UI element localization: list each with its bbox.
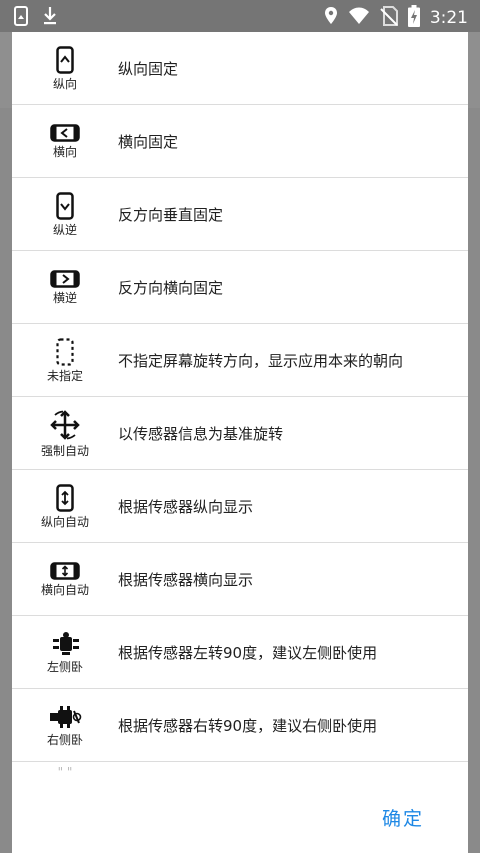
option-landscape-auto[interactable]: 横向自动 根据传感器横向显示 <box>12 543 468 616</box>
option-portrait-auto[interactable]: 纵向自动 根据传感器纵向显示 <box>12 470 468 543</box>
option-label: 纵向 <box>52 76 77 91</box>
wifi-icon <box>348 7 370 29</box>
option-description: 纵向固定 <box>118 59 179 78</box>
unspecified-icon <box>56 337 74 366</box>
confirm-button[interactable]: 确定 <box>378 800 428 835</box>
option-label: 未指定 <box>46 368 83 383</box>
option-description: 根据传感器右转90度，建议右侧卧使用 <box>118 716 378 735</box>
option-icon-column: 纵向自动 <box>12 470 118 543</box>
orientation-list: 纵向 纵向固定 横向 横向固定 纵逆 反方向垂直固定 横逆 反方向横向固定 未指… <box>12 32 468 762</box>
option-description: 不指定屏幕旋转方向，显示应用本来的朝向 <box>118 351 404 370</box>
location-icon <box>324 6 338 30</box>
option-portrait[interactable]: 纵向 纵向固定 <box>12 32 468 105</box>
landscape-auto-icon <box>50 561 80 580</box>
next-option-partial: " " <box>57 765 73 779</box>
option-label: 横逆 <box>52 290 77 305</box>
download-icon <box>42 6 58 30</box>
option-icon-column: 强制自动 <box>12 397 118 470</box>
option-icon-column: 横向自动 <box>12 543 118 616</box>
option-label: 纵向自动 <box>40 514 89 529</box>
option-icon-column: 横逆 <box>12 251 118 324</box>
option-label: 强制自动 <box>40 443 89 458</box>
force-auto-rotate-icon <box>49 409 81 441</box>
option-icon-column: 纵逆 <box>12 178 118 251</box>
option-force-auto[interactable]: 强制自动 以传感器信息为基准旋转 <box>12 397 468 470</box>
option-label: 纵逆 <box>52 222 77 237</box>
option-landscape[interactable]: 横向 横向固定 <box>12 105 468 178</box>
option-label: 左侧卧 <box>46 659 83 674</box>
reverse-portrait-icon <box>56 191 74 220</box>
option-description: 根据传感器纵向显示 <box>118 497 254 516</box>
option-icon-column: 右侧卧 <box>12 689 118 762</box>
option-description: 横向固定 <box>118 132 179 151</box>
status-time: 3:21 <box>429 8 468 28</box>
lie-left-icon <box>49 631 81 657</box>
orientation-dialog: 纵向 纵向固定 横向 横向固定 纵逆 反方向垂直固定 横逆 反方向横向固定 未指… <box>12 32 468 853</box>
option-lie-right[interactable]: 右侧卧 根据传感器右转90度，建议右侧卧使用 <box>12 689 468 762</box>
option-description: 根据传感器左转90度，建议左侧卧使用 <box>118 643 378 662</box>
option-label: 横向 <box>52 144 77 159</box>
option-reverse-portrait[interactable]: 纵逆 反方向垂直固定 <box>12 178 468 251</box>
option-description: 根据传感器横向显示 <box>118 570 254 589</box>
status-bar: 3:21 <box>0 0 480 32</box>
option-label: 右侧卧 <box>46 732 83 747</box>
option-icon-column: 未指定 <box>12 324 118 397</box>
landscape-lock-icon <box>50 123 80 142</box>
option-unspecified[interactable]: 未指定 不指定屏幕旋转方向，显示应用本来的朝向 <box>12 324 468 397</box>
option-icon-column: 横向 <box>12 105 118 178</box>
portrait-auto-icon <box>56 483 74 512</box>
option-description: 反方向垂直固定 <box>118 205 224 224</box>
option-description: 反方向横向固定 <box>118 278 224 297</box>
option-icon-column: 左侧卧 <box>12 616 118 689</box>
option-description: 以传感器信息为基准旋转 <box>118 424 284 443</box>
option-label: 横向自动 <box>40 582 89 597</box>
lie-right-icon <box>48 704 82 730</box>
no-sim-icon <box>380 6 398 30</box>
option-reverse-landscape[interactable]: 横逆 反方向横向固定 <box>12 251 468 324</box>
screenshot-icon <box>14 6 28 30</box>
option-lie-left[interactable]: 左侧卧 根据传感器左转90度，建议左侧卧使用 <box>12 616 468 689</box>
option-icon-column: 纵向 <box>12 32 118 105</box>
portrait-lock-icon <box>56 45 74 74</box>
battery-charging-icon <box>407 5 420 31</box>
reverse-landscape-icon <box>50 269 80 288</box>
